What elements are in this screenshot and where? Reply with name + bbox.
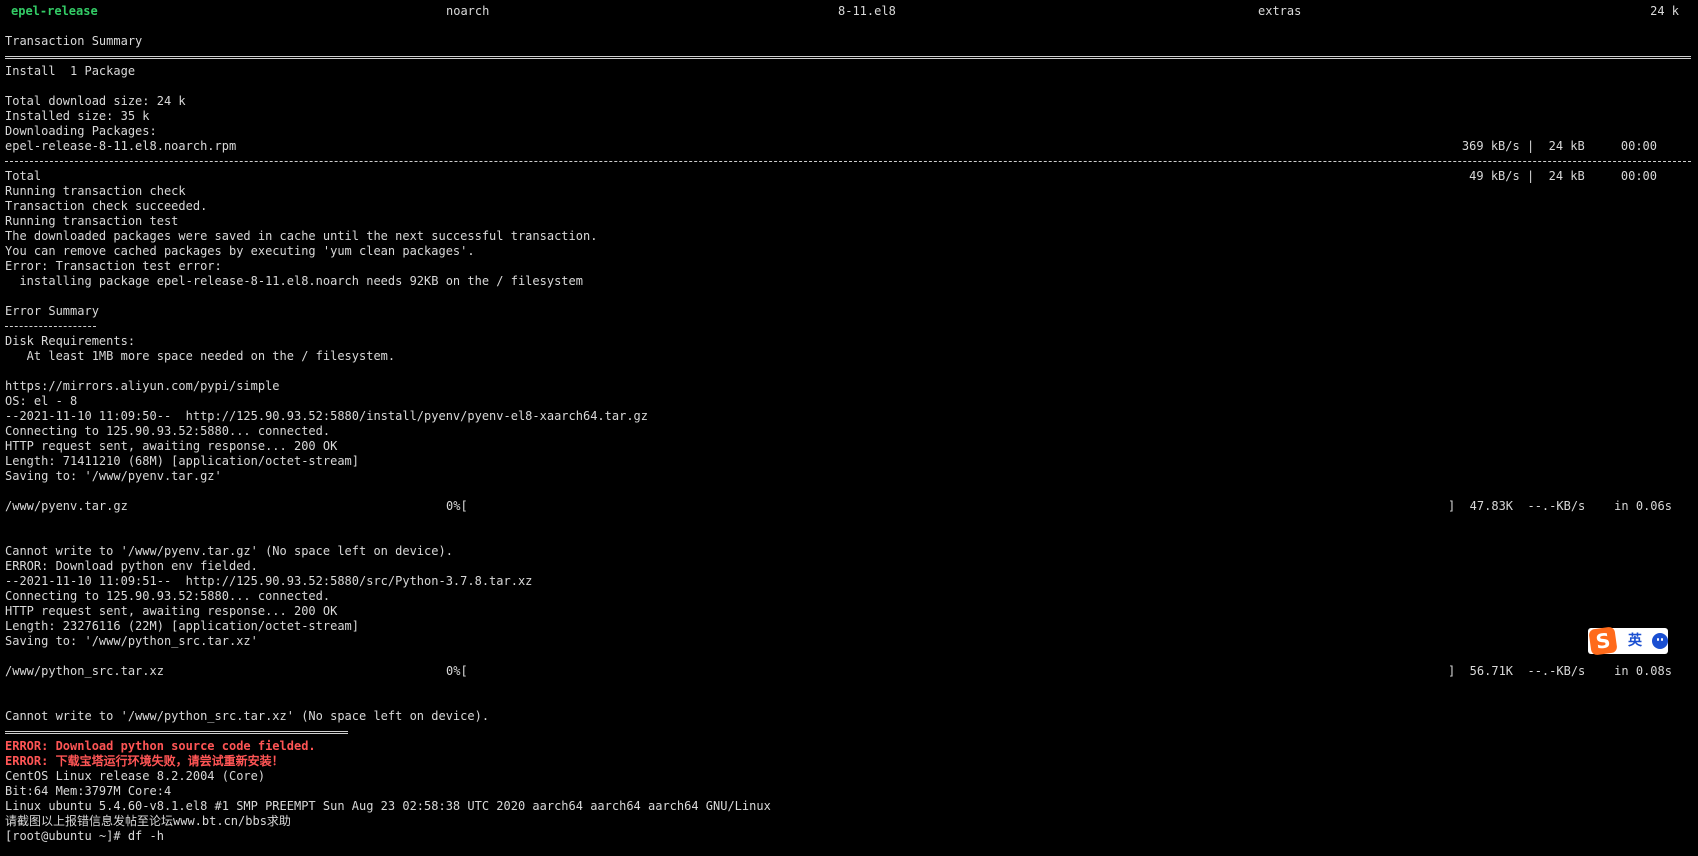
terminal-window[interactable]: epel-release noarch 8-11.el8 extras 24 k… [0, 0, 1698, 856]
output-line: Disk Requirements: [5, 334, 136, 348]
output-line: At least 1MB more space needed on the / … [5, 349, 396, 363]
ime-language-toggle[interactable]: 英 [1628, 633, 1642, 649]
double-rule [5, 49, 1693, 64]
output-line: --2021-11-10 11:09:51-- http://125.90.93… [5, 574, 533, 588]
output-line: Running transaction test [5, 214, 179, 228]
progress-row-python-src: /www/python_src.tar.xz 0%[ ] 56.71K --.-… [5, 664, 1693, 679]
shell-prompt[interactable]: [root@ubuntu ~]# df -h [5, 829, 1693, 844]
output-line: Bit:64 Mem:3797M Core:4 [5, 784, 172, 798]
installed-size-line: Installed size: 35 k [5, 109, 150, 123]
error-summary-title: Error Summary [5, 304, 99, 318]
dashed-rule [5, 154, 1693, 169]
output-line: installing package epel-release-8-11.el8… [5, 274, 583, 288]
output-line: Cannot write to '/www/python_src.tar.xz'… [5, 709, 490, 723]
error-line: ERROR: 下载宝塔运行环境失败，请尝试重新安装！ [5, 754, 284, 768]
rpm-download-stats: 369 kB/s | 24 kB 00:00 [1461, 139, 1657, 153]
output-line: Length: 23276116 (22M) [application/octe… [5, 619, 360, 633]
total-stats: 49 kB/s | 24 kB 00:00 [1461, 169, 1657, 183]
package-row: epel-release noarch 8-11.el8 extras 24 k [5, 4, 1693, 19]
output-line: CentOS Linux release 8.2.2004 (Core) [5, 769, 266, 783]
output-line: ERROR: Download python env fielded. [5, 559, 258, 573]
output-line: Running transaction check [5, 184, 186, 198]
sogou-logo-icon: S [1588, 626, 1618, 656]
progress-percent: 0%[ [446, 499, 468, 513]
progress-file-name: /www/python_src.tar.xz [5, 664, 164, 678]
package-arch: noarch [446, 4, 490, 18]
error-line: ERROR: Download python source code field… [5, 739, 316, 753]
progress-stats: ] 47.83K --.-KB/s in 0.06s [1448, 499, 1672, 513]
install-line: Install 1 Package [5, 64, 136, 78]
package-version: 8-11.el8 [838, 4, 896, 18]
smiley-icon[interactable] [1652, 633, 1668, 649]
total-download-line: Total download size: 24 k [5, 94, 186, 108]
output-line: --2021-11-10 11:09:50-- http://125.90.93… [5, 409, 648, 423]
package-size: 24 k [1650, 4, 1679, 18]
progress-row-pyenv: /www/pyenv.tar.gz 0%[ ] 47.83K --.-KB/s … [5, 499, 1693, 514]
output-line: Transaction check succeeded. [5, 199, 208, 213]
progress-file-name: /www/pyenv.tar.gz [5, 499, 128, 513]
output-line: OS: el - 8 [5, 394, 78, 408]
short-dashed-rule [5, 319, 1693, 334]
output-line: Length: 71411210 (68M) [application/octe… [5, 454, 360, 468]
rpm-file-name: epel-release-8-11.el8.noarch.rpm [5, 139, 237, 153]
progress-percent: 0%[ [446, 664, 468, 678]
output-line: Saving to: '/www/python_src.tar.xz' [5, 634, 258, 648]
output-line: Saving to: '/www/pyenv.tar.gz' [5, 469, 222, 483]
terminal-output: epel-release noarch 8-11.el8 extras 24 k… [5, 4, 1693, 844]
short-double-rule [5, 724, 1693, 739]
output-line: HTTP request sent, awaiting response... … [5, 439, 338, 453]
package-repo: extras [1258, 4, 1302, 18]
total-label: Total [5, 169, 42, 183]
output-line: Cannot write to '/www/pyenv.tar.gz' (No … [5, 544, 453, 558]
output-line: Connecting to 125.90.93.52:5880... conne… [5, 589, 331, 603]
output-line: You can remove cached packages by execut… [5, 244, 475, 258]
package-name: epel-release [11, 4, 98, 18]
output-line: Connecting to 125.90.93.52:5880... conne… [5, 424, 331, 438]
ime-indicator[interactable]: S 英 [1588, 626, 1668, 656]
transaction-summary-title: Transaction Summary [5, 34, 143, 48]
downloading-line: Downloading Packages: [5, 124, 157, 138]
output-line: https://mirrors.aliyun.com/pypi/simple [5, 379, 280, 393]
progress-stats: ] 56.71K --.-KB/s in 0.08s [1448, 664, 1672, 678]
output-line: The downloaded packages were saved in ca… [5, 229, 598, 243]
output-line: 请截图以上报错信息发帖至论坛www.bt.cn/bbs求助 [5, 814, 291, 828]
output-line: HTTP request sent, awaiting response... … [5, 604, 338, 618]
output-line: Linux ubuntu 5.4.60-v8.1.el8 #1 SMP PREE… [5, 799, 771, 813]
total-row: Total 49 kB/s | 24 kB 00:00 [5, 169, 1693, 184]
rpm-download-row: epel-release-8-11.el8.noarch.rpm 369 kB/… [5, 139, 1693, 154]
output-line: Error: Transaction test error: [5, 259, 222, 273]
